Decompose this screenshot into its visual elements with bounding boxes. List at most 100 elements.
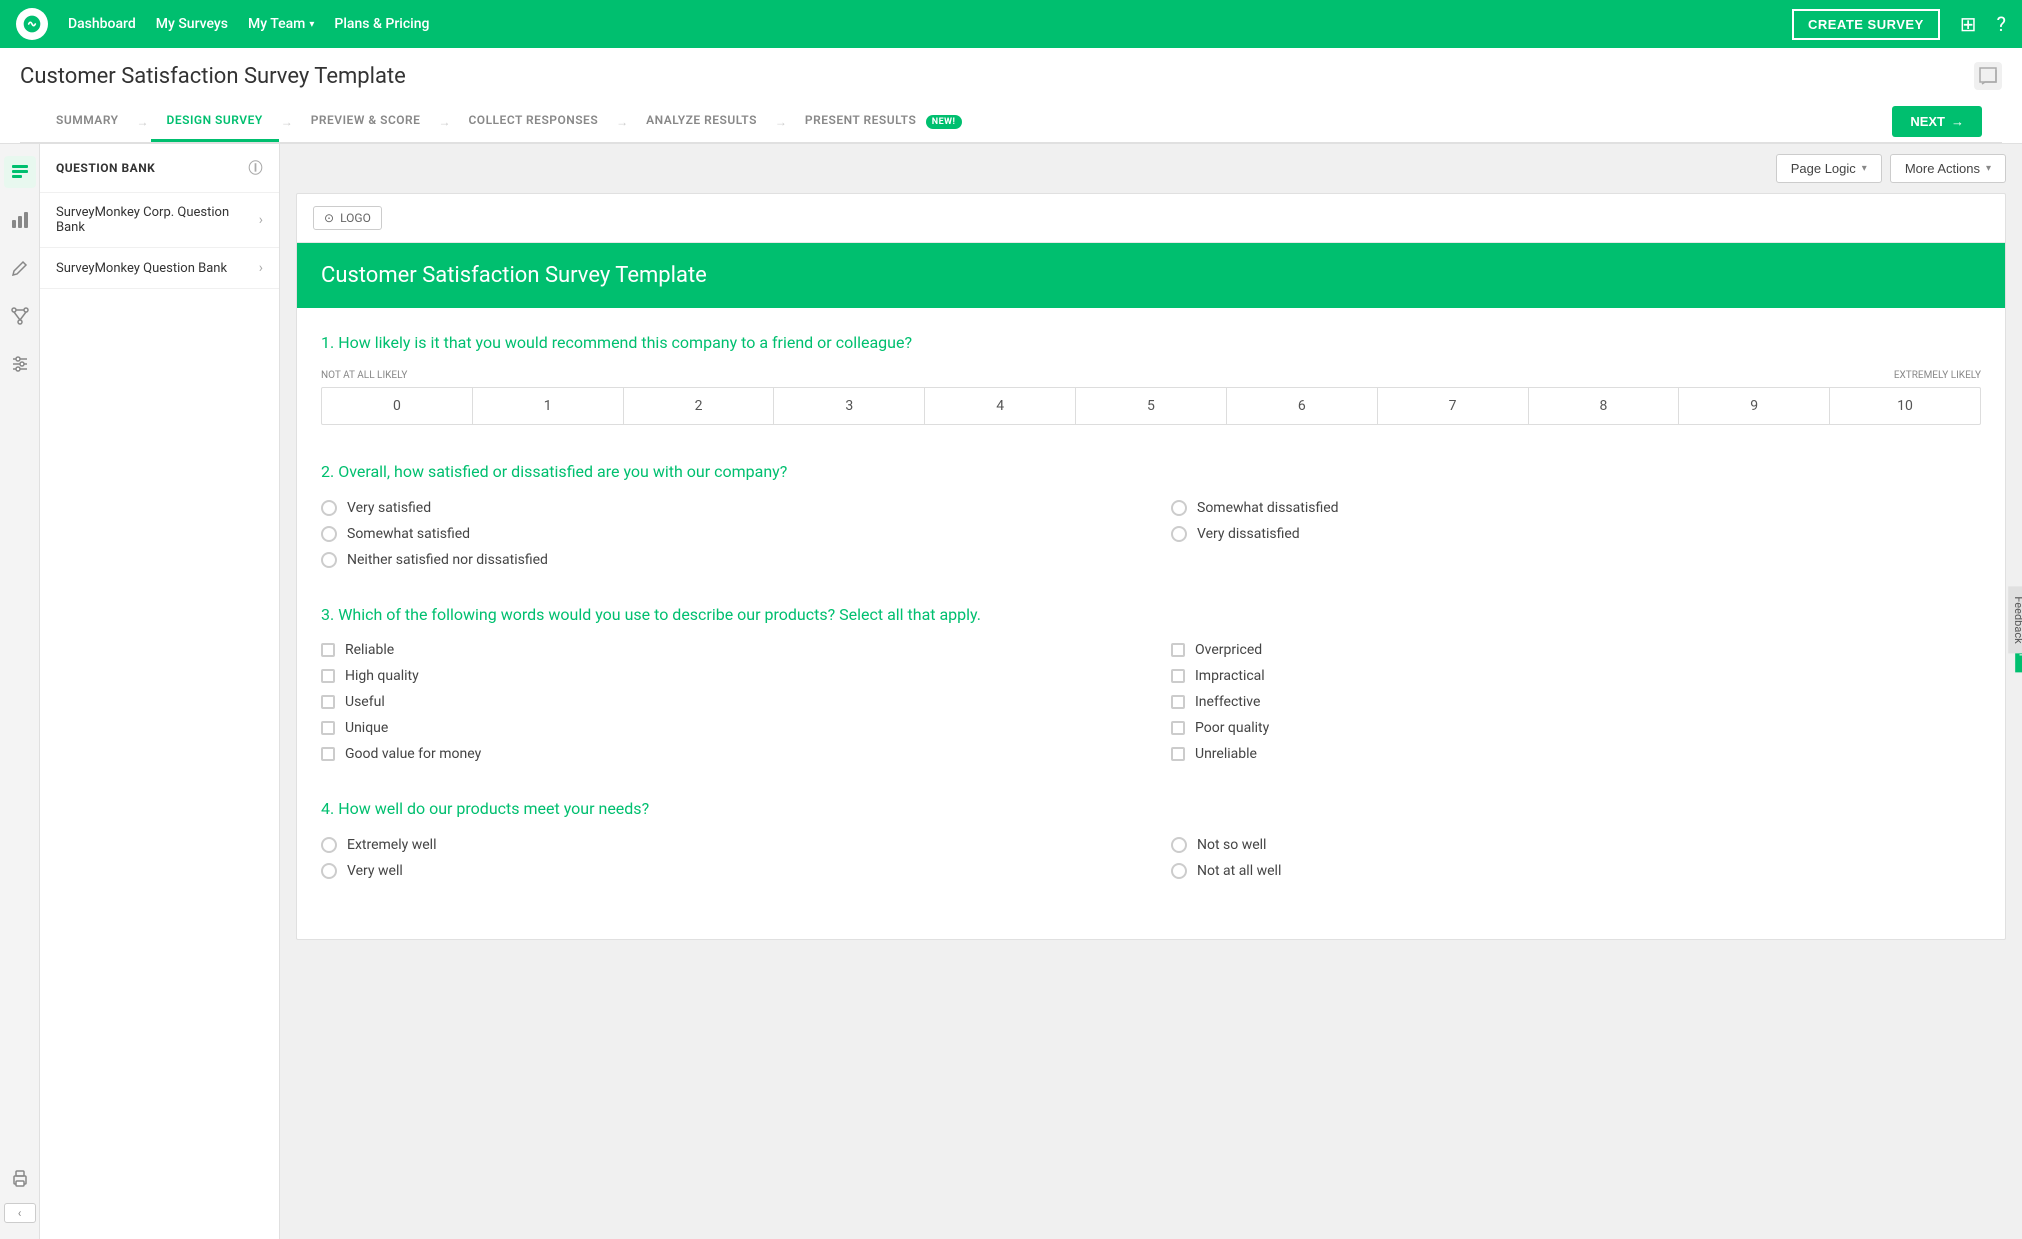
nps-labels: NOT AT ALL LIKELY EXTREMELY LIKELY bbox=[321, 370, 1981, 381]
nps-cell-7[interactable]: 7 bbox=[1378, 388, 1529, 424]
chevron-right-icon-2: › bbox=[259, 260, 263, 276]
radio-circle bbox=[321, 863, 337, 879]
feedback-tab[interactable]: Feedback bbox=[2008, 586, 2022, 653]
question-bank-header: QUESTION BANK ⓘ bbox=[40, 144, 279, 193]
sidebar-icon-logic[interactable] bbox=[4, 300, 36, 332]
create-survey-button[interactable]: CREATE SURVEY bbox=[1792, 9, 1940, 40]
survey-logo-area: ⊙ LOGO bbox=[297, 194, 2005, 243]
nps-cell-8[interactable]: 8 bbox=[1529, 388, 1680, 424]
q3-option-5[interactable]: Good value for money bbox=[321, 746, 1131, 762]
nps-cell-1[interactable]: 1 bbox=[473, 388, 624, 424]
page-logic-dropdown-icon: ▾ bbox=[1862, 163, 1867, 174]
arrow-3: → bbox=[438, 115, 450, 129]
question-bank-panel: QUESTION BANK ⓘ SurveyMonkey Corp. Quest… bbox=[40, 144, 280, 1239]
tab-summary[interactable]: SUMMARY bbox=[40, 101, 135, 142]
more-actions-button[interactable]: More Actions ▾ bbox=[1890, 154, 2006, 183]
checkbox-box bbox=[321, 669, 335, 683]
q2-option-5[interactable]: Very dissatisfied bbox=[1171, 526, 1981, 542]
q3-option-8[interactable]: Ineffective bbox=[1171, 694, 1981, 710]
survey-header-title: Customer Satisfaction Survey Template bbox=[321, 263, 1981, 288]
tab-preview-score[interactable]: PREVIEW & SCORE bbox=[295, 101, 437, 142]
image-icon: ⊙ bbox=[324, 211, 334, 225]
q3-option-7[interactable]: Impractical bbox=[1171, 668, 1981, 684]
tab-collect-responses[interactable]: COLLECT RESPONSES bbox=[452, 101, 614, 142]
nav-my-team[interactable]: My Team ▾ bbox=[248, 16, 314, 32]
nps-cell-6[interactable]: 6 bbox=[1227, 388, 1378, 424]
q4-option-4[interactable]: Not at all well bbox=[1171, 863, 1981, 879]
q3-option-10[interactable]: Unreliable bbox=[1171, 746, 1981, 762]
q3-option-2[interactable]: High quality bbox=[321, 668, 1131, 684]
help-icon[interactable]: ? bbox=[1997, 12, 2006, 36]
next-arrow-icon: → bbox=[1951, 114, 1964, 129]
radio-circle bbox=[1171, 500, 1187, 516]
radio-circle bbox=[1171, 837, 1187, 853]
chevron-right-icon: › bbox=[259, 212, 263, 228]
icon-sidebar: ‹ bbox=[0, 144, 40, 1239]
question-4-text: 4. How well do our products meet your ne… bbox=[321, 798, 1981, 820]
sidebar-icon-analytics[interactable] bbox=[4, 204, 36, 236]
nav-my-surveys[interactable]: My Surveys bbox=[156, 16, 228, 32]
nps-cell-10[interactable]: 10 bbox=[1830, 388, 1980, 424]
nps-cell-9[interactable]: 9 bbox=[1679, 388, 1830, 424]
q3-option-6[interactable]: Overpriced bbox=[1171, 642, 1981, 658]
question-1-text: 1. How likely is it that you would recom… bbox=[321, 332, 1981, 354]
nps-cell-4[interactable]: 4 bbox=[925, 388, 1076, 424]
question-3-text: 3. Which of the following words would yo… bbox=[321, 604, 1981, 626]
q2-option-1[interactable]: Very satisfied bbox=[321, 500, 1131, 516]
q3-option-1[interactable]: Reliable bbox=[321, 642, 1131, 658]
nps-cell-3[interactable]: 3 bbox=[774, 388, 925, 424]
tab-present-results[interactable]: PRESENT RESULTS NEW! bbox=[789, 101, 978, 142]
checkbox-box bbox=[1171, 747, 1185, 761]
sidebar-icon-questions[interactable] bbox=[4, 156, 36, 188]
nav-plans-pricing[interactable]: Plans & Pricing bbox=[334, 16, 429, 32]
info-icon[interactable]: ⓘ bbox=[249, 158, 264, 178]
sidebar-icon-print[interactable] bbox=[4, 1163, 36, 1195]
question-4: 4. How well do our products meet your ne… bbox=[321, 798, 1981, 878]
nps-cell-0[interactable]: 0 bbox=[322, 388, 473, 424]
next-button[interactable]: NEXT → bbox=[1892, 106, 1982, 137]
nps-cell-5[interactable]: 5 bbox=[1076, 388, 1227, 424]
page-logic-button[interactable]: Page Logic ▾ bbox=[1776, 154, 1882, 183]
q4-option-1[interactable]: Extremely well bbox=[321, 837, 1131, 853]
radio-circle bbox=[321, 500, 337, 516]
q2-option-2[interactable]: Somewhat satisfied bbox=[321, 526, 1131, 542]
checkbox-box bbox=[1171, 695, 1185, 709]
checkbox-box bbox=[321, 643, 335, 657]
page-title-bar: Customer Satisfaction Survey Template SU… bbox=[0, 48, 2022, 144]
q2-options: Very satisfied Somewhat dissatisfied Som… bbox=[321, 500, 1981, 568]
q4-option-3[interactable]: Not so well bbox=[1171, 837, 1981, 853]
page-title: Customer Satisfaction Survey Template bbox=[20, 64, 2002, 89]
radio-circle bbox=[321, 552, 337, 568]
qb-item-sm[interactable]: SurveyMonkey Question Bank › bbox=[40, 248, 279, 289]
arrow-1: → bbox=[137, 115, 149, 129]
nps-cell-2[interactable]: 2 bbox=[624, 388, 775, 424]
question-2-text: 2. Overall, how satisfied or dissatisfie… bbox=[321, 461, 1981, 483]
q3-option-4[interactable]: Unique bbox=[321, 720, 1131, 736]
q2-option-3[interactable]: Neither satisfied nor dissatisfied bbox=[321, 552, 1131, 568]
sidebar-icon-options[interactable] bbox=[4, 348, 36, 380]
q4-option-2[interactable]: Very well bbox=[321, 863, 1131, 879]
arrow-4: → bbox=[616, 115, 628, 129]
checkbox-box bbox=[1171, 669, 1185, 683]
q2-option-4[interactable]: Somewhat dissatisfied bbox=[1171, 500, 1981, 516]
nps-scale: 0 1 2 3 4 5 6 7 8 9 10 bbox=[321, 387, 1981, 425]
tab-design-survey[interactable]: DESIGN SURVEY bbox=[151, 101, 279, 142]
sidebar-icon-design[interactable] bbox=[4, 252, 36, 284]
chat-icon[interactable] bbox=[1974, 62, 2002, 94]
arrow-5: → bbox=[775, 115, 787, 129]
sidebar-collapse-button[interactable]: ‹ bbox=[4, 1203, 36, 1223]
q4-options: Extremely well Not so well Very well bbox=[321, 837, 1981, 879]
survey-body: 1. How likely is it that you would recom… bbox=[297, 308, 2005, 939]
sidebar-bottom: ‹ bbox=[4, 1163, 36, 1223]
radio-circle bbox=[321, 526, 337, 542]
checkbox-box bbox=[1171, 643, 1185, 657]
logo[interactable] bbox=[16, 8, 48, 40]
q3-option-3[interactable]: Useful bbox=[321, 694, 1131, 710]
grid-icon[interactable]: ⊞ bbox=[1960, 12, 1977, 36]
checkbox-box bbox=[321, 695, 335, 709]
nav-dashboard[interactable]: Dashboard bbox=[68, 16, 136, 32]
tab-analyze-results[interactable]: ANALYZE RESULTS bbox=[630, 101, 773, 142]
q3-option-9[interactable]: Poor quality bbox=[1171, 720, 1981, 736]
qb-item-corp[interactable]: SurveyMonkey Corp. Question Bank › bbox=[40, 193, 279, 248]
logo-placeholder-button[interactable]: ⊙ LOGO bbox=[313, 206, 382, 230]
